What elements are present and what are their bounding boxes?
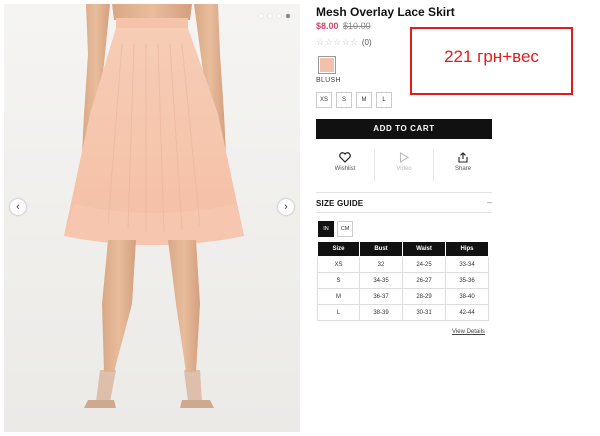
cell-size: S: [317, 272, 360, 289]
cell-bust: 34-35: [359, 272, 403, 289]
product-photo: [4, 4, 300, 432]
cell-hips: 35-36: [445, 272, 489, 289]
size-chart-header: Size Bust Waist Hips: [317, 241, 489, 257]
star-rating-icon: ☆☆☆☆☆: [316, 37, 359, 47]
chevron-left-icon: ‹: [16, 201, 20, 213]
cell-waist: 26-27: [402, 272, 446, 289]
header-size: Size: [317, 241, 360, 257]
wishlist-button[interactable]: Wishlist: [316, 149, 374, 181]
cell-hips: 38-40: [445, 288, 489, 305]
cell-size: XS: [317, 256, 360, 273]
add-to-cart-button[interactable]: ADD TO CART: [316, 119, 492, 139]
share-icon: [458, 152, 468, 163]
carousel-dot[interactable]: [268, 14, 272, 18]
divider: [316, 212, 492, 213]
cell-hips: 42-44: [445, 304, 489, 321]
chevron-right-icon: ›: [284, 201, 288, 213]
carousel-dot[interactable]: [259, 14, 263, 18]
cell-bust: 38-39: [359, 304, 403, 321]
cell-hips: 33-34: [445, 256, 489, 273]
carousel-dot-active[interactable]: [286, 14, 290, 18]
size-option-s[interactable]: S: [336, 92, 352, 108]
product-price: $8.00 $10.00: [316, 21, 371, 31]
video-button[interactable]: Video: [374, 149, 434, 181]
size-chart-table: Size Bust Waist Hips XS 32 24-25 33-34 S…: [317, 241, 489, 321]
original-price: $10.00: [343, 21, 371, 31]
color-swatch-blush[interactable]: [318, 56, 336, 74]
table-row: XS 32 24-25 33-34: [317, 256, 489, 273]
size-option-xs[interactable]: XS: [316, 92, 332, 108]
product-image-gallery: ‹ ›: [4, 4, 300, 432]
share-label: Share: [454, 166, 471, 172]
cell-waist: 28-29: [402, 288, 446, 305]
video-label: Video: [396, 166, 412, 172]
next-image-button[interactable]: ›: [278, 199, 294, 215]
cell-waist: 30-31: [402, 304, 446, 321]
size-option-l[interactable]: L: [376, 92, 392, 108]
header-waist: Waist: [402, 241, 446, 257]
product-rating[interactable]: ☆☆☆☆☆ (0): [316, 37, 372, 48]
play-icon: [399, 152, 409, 163]
cell-bust: 36-37: [359, 288, 403, 305]
size-selector: XS S M L: [316, 92, 392, 108]
header-bust: Bust: [359, 241, 403, 257]
price-annotation-box: 221 грн+вес: [410, 27, 573, 95]
unit-inches-button[interactable]: IN: [318, 221, 334, 237]
selected-color-label: BLUSH: [316, 77, 341, 84]
previous-image-button[interactable]: ‹: [10, 199, 26, 215]
size-option-m[interactable]: M: [356, 92, 372, 108]
product-title: Mesh Overlay Lace Skirt: [316, 5, 455, 19]
table-row: M 36-37 28-29 38-40: [317, 288, 489, 305]
table-row: S 34-35 26-27 35-36: [317, 272, 489, 289]
size-guide-collapse-toggle[interactable]: –: [487, 197, 492, 207]
header-hips: Hips: [445, 241, 489, 257]
cell-size: L: [317, 304, 360, 321]
carousel-dots: [259, 14, 290, 18]
cell-bust: 32: [359, 256, 403, 273]
carousel-dot[interactable]: [277, 14, 281, 18]
cell-size: M: [317, 288, 360, 305]
size-guide-title[interactable]: SIZE GUIDE: [316, 199, 363, 208]
view-details-link[interactable]: View Details: [452, 329, 485, 335]
wishlist-label: Wishlist: [334, 166, 356, 172]
sale-price: $8.00: [316, 21, 339, 31]
unit-cm-button[interactable]: CM: [337, 221, 353, 237]
table-row: L 38-39 30-31 42-44: [317, 304, 489, 321]
price-annotation-text: 221 грн+вес: [444, 47, 539, 66]
heart-icon: [339, 152, 351, 163]
product-actions: Wishlist Video Share: [316, 149, 492, 181]
share-button[interactable]: Share: [434, 149, 492, 181]
review-count: (0): [361, 38, 372, 47]
swatch-fill: [320, 58, 334, 72]
unit-toggle: IN CM: [318, 221, 353, 237]
cell-waist: 24-25: [402, 256, 446, 273]
divider: [316, 192, 492, 193]
